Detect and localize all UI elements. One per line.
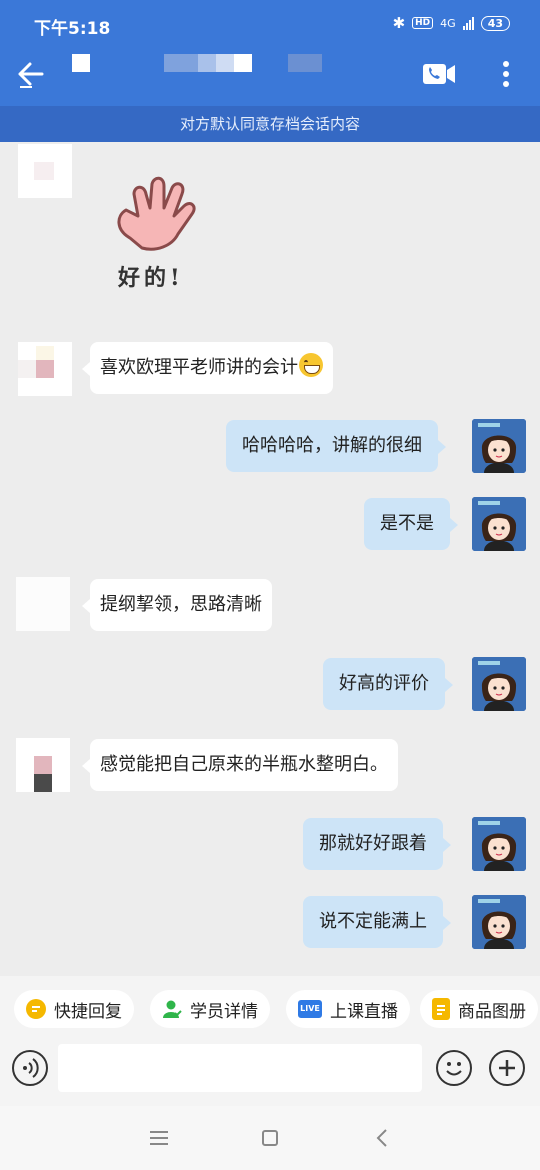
student-icon [162,999,182,1019]
voice-input-icon[interactable] [12,1050,48,1086]
contact-avatar[interactable] [16,738,70,792]
chip-label: 上课直播 [330,1001,398,1022]
chat-header [0,46,540,106]
home-icon[interactable] [255,1124,285,1152]
message-bubble-left[interactable]: 喜欢欧理平老师讲的会计 [82,342,333,394]
system-nav-bar [0,1106,540,1170]
my-avatar[interactable] [472,657,526,711]
sticker-caption: 好的! [118,265,184,291]
message-bubble-left[interactable]: 提纲挈领，思路清晰 [82,579,272,631]
message-text: 好高的评价 [339,673,429,694]
chip-label: 商品图册 [458,1001,526,1022]
top-bar: 下午5:18 ✱ HD 4G 43 [0,0,540,106]
signal-icon [462,16,474,30]
status-time: 下午5:18 [34,19,111,39]
contact-avatar[interactable] [16,577,70,631]
back-arrow-icon[interactable] [14,58,46,90]
status-bar: 下午5:18 ✱ HD 4G 43 [0,0,540,46]
message-text: 喜欢欧理平老师讲的会计 [100,357,298,378]
quick-reply-button[interactable]: 快捷回复 [14,990,134,1028]
my-avatar[interactable] [472,895,526,949]
bluetooth-icon: ✱ [392,14,406,32]
my-avatar[interactable] [472,817,526,871]
video-call-icon[interactable] [422,60,456,88]
chip-label: 快捷回复 [54,1001,122,1022]
status-icons: ✱ HD 4G 43 [393,14,510,32]
contact-avatar[interactable] [18,342,72,396]
message-bubble-right[interactable]: 说不定能满上 [303,896,451,948]
network-type: 4G [440,16,456,30]
chat-area[interactable]: 好的! 喜欢欧理平老师讲的会计 哈哈哈哈，讲解的很细 是不是 提纲挈领，思路清晰… [0,142,540,976]
grin-emoji-icon [299,353,323,377]
message-input[interactable] [58,1044,422,1092]
message-text: 提纲挈领，思路清晰 [100,594,262,615]
archive-notice: 对方默认同意存档会话内容 [0,106,540,142]
message-text: 感觉能把自己原来的半瓶水整明白。 [100,754,388,775]
student-details-button[interactable]: 学员详情 [150,990,270,1028]
more-vertical-icon[interactable] [496,58,516,90]
catalog-icon [432,998,450,1020]
message-bubble-right[interactable]: 好高的评价 [323,658,453,710]
battery-icon: 43 [480,15,510,31]
quick-reply-icon [26,999,46,1019]
message-text: 哈哈哈哈，讲解的很细 [242,435,422,456]
message-bubble-right[interactable]: 是不是 [364,498,458,550]
emoji-icon[interactable] [436,1050,472,1086]
message-bubble-right[interactable]: 哈哈哈哈，讲解的很细 [226,420,446,472]
my-avatar[interactable] [472,497,526,551]
menu-icon[interactable] [144,1124,174,1152]
contact-avatar[interactable] [18,144,72,198]
product-catalog-button[interactable]: 商品图册 [420,990,538,1028]
hd-badge: HD [412,17,434,29]
my-avatar[interactable] [472,419,526,473]
message-bubble-left[interactable]: 感觉能把自己原来的半瓶水整明白。 [82,739,398,791]
chip-label: 学员详情 [190,1001,258,1022]
contact-name-redacted [72,54,332,76]
message-text: 说不定能满上 [319,911,427,932]
back-icon[interactable] [368,1124,398,1152]
add-attachment-icon[interactable] [489,1050,525,1086]
message-text: 那就好好跟着 [319,833,427,854]
message-input-row [0,1042,540,1106]
live-class-button[interactable]: LIVE 上课直播 [286,990,410,1028]
message-text: 是不是 [380,513,434,534]
quick-action-bar: 快捷回复 学员详情 LIVE 上课直播 商品图册 [0,976,540,1042]
live-icon: LIVE [298,1000,322,1018]
message-bubble-right[interactable]: 那就好好跟着 [303,818,451,870]
